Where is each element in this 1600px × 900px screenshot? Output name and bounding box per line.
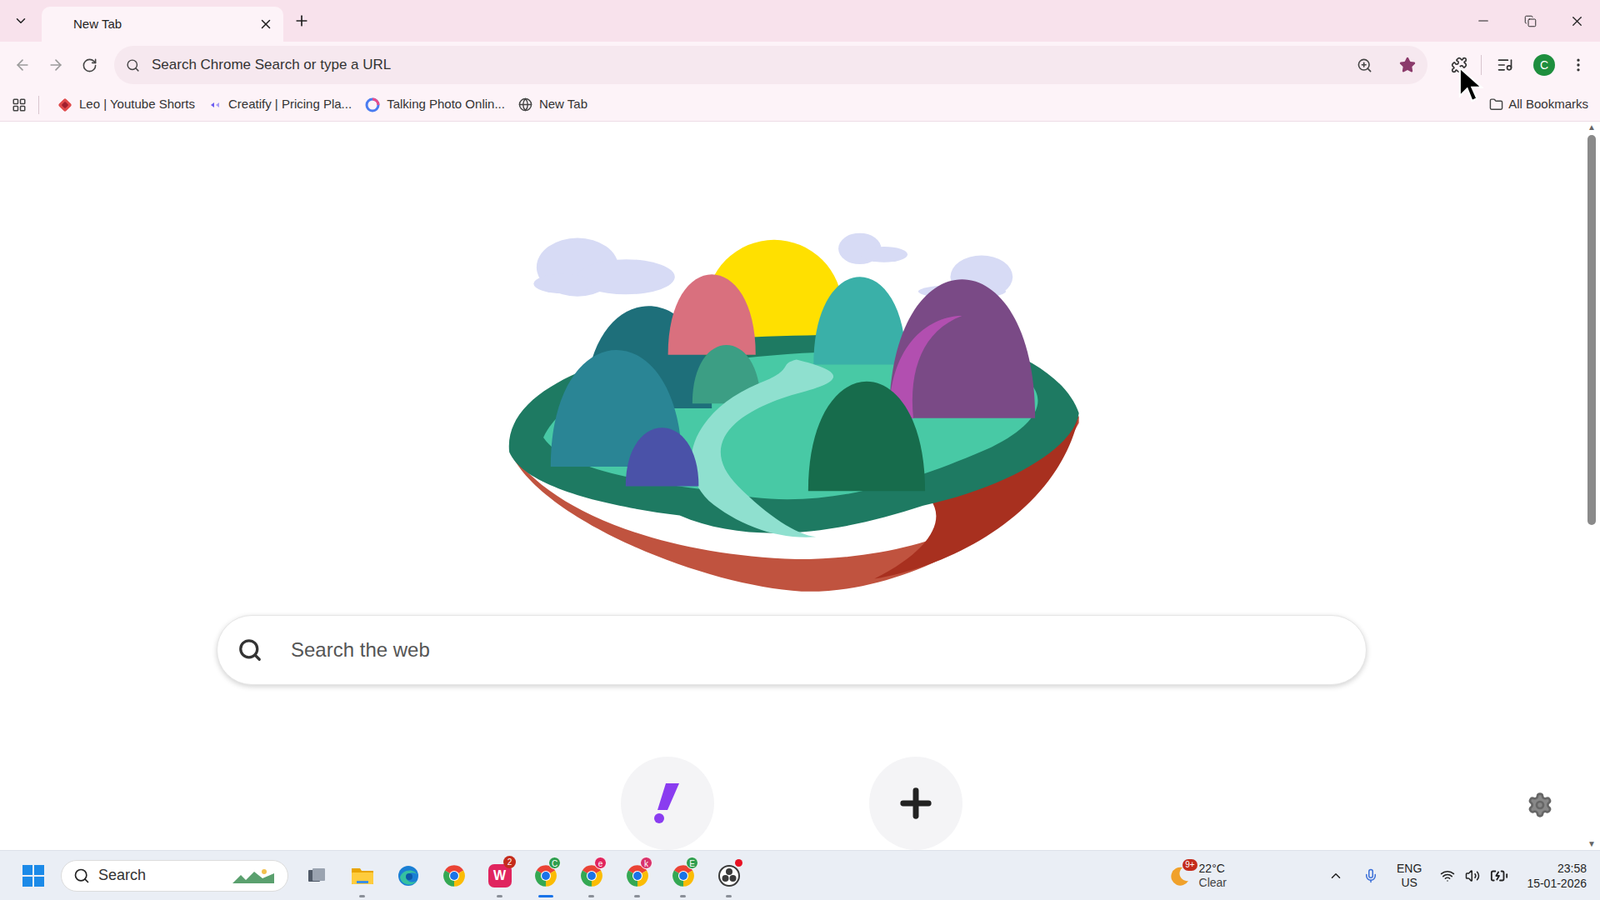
bookmark[interactable]: Leo | Youtube Shorts bbox=[50, 91, 202, 119]
taskbar-app[interactable]: e bbox=[568, 852, 615, 900]
talking-photo-icon bbox=[365, 97, 380, 113]
leo-icon bbox=[57, 97, 73, 113]
search-icon bbox=[73, 867, 90, 885]
task-view-icon bbox=[305, 865, 328, 887]
running-indicator bbox=[588, 895, 595, 898]
globe-icon bbox=[518, 97, 533, 112]
all-bookmarks[interactable]: All Bookmarks bbox=[1489, 95, 1589, 115]
language[interactable]: ENGUS bbox=[1396, 861, 1422, 890]
running-indicator bbox=[359, 895, 365, 898]
omnibox[interactable]: Search Chrome Search or type a URL bbox=[114, 45, 1428, 85]
running-indicator bbox=[496, 895, 503, 898]
edge-icon bbox=[396, 864, 420, 888]
toolbar: Search Chrome Search or type a URL C bbox=[0, 41, 1600, 89]
tab-strip: New Tab bbox=[0, 0, 1600, 42]
scrollbar[interactable]: ▲▼ bbox=[1583, 121, 1600, 850]
tab[interactable]: New Tab bbox=[41, 6, 284, 42]
add-shortcut-tile[interactable] bbox=[869, 756, 963, 850]
bookmarks-bar: Leo | Youtube ShortsCreatify | Pricing P… bbox=[0, 88, 1600, 122]
taskbar-search[interactable]: Search bbox=[60, 860, 289, 892]
search-icon bbox=[237, 637, 263, 663]
window-controls bbox=[1460, 0, 1600, 42]
profile-avatar[interactable]: C bbox=[1533, 54, 1555, 76]
apps-icon[interactable] bbox=[11, 97, 27, 113]
recording-dot bbox=[735, 859, 743, 867]
running-indicator bbox=[680, 895, 686, 898]
menu-icon[interactable] bbox=[1570, 56, 1587, 74]
profile-badge: C bbox=[548, 856, 561, 870]
taskbar-app[interactable]: C bbox=[522, 852, 569, 900]
new-tab-icon[interactable] bbox=[293, 12, 310, 30]
shortcut-logo-icon bbox=[650, 781, 685, 825]
taskbar-app[interactable] bbox=[430, 852, 477, 900]
mouse-cursor-icon bbox=[1458, 66, 1484, 104]
customize-gear-icon[interactable] bbox=[1526, 791, 1554, 819]
search-icon bbox=[125, 58, 140, 73]
windows-start-icon[interactable] bbox=[21, 864, 45, 888]
back-icon[interactable] bbox=[14, 56, 31, 74]
hill bbox=[813, 276, 906, 365]
web-search-box[interactable]: Search the web bbox=[216, 615, 1367, 685]
reload-icon[interactable] bbox=[81, 57, 98, 74]
hill bbox=[889, 279, 1035, 419]
shortcuts bbox=[620, 756, 963, 850]
profile-badge: e bbox=[594, 856, 607, 870]
chevron-down-icon bbox=[13, 13, 29, 29]
notification-badge: 2 bbox=[503, 855, 516, 869]
scrollbar-thumb[interactable] bbox=[1587, 135, 1596, 525]
close-button[interactable] bbox=[1553, 13, 1600, 30]
running-indicator bbox=[538, 895, 554, 898]
creatify-icon bbox=[208, 98, 222, 112]
media-control-icon[interactable] bbox=[1496, 56, 1514, 74]
hill bbox=[808, 381, 925, 491]
weather-widget[interactable]: 9+22°CClear bbox=[1167, 861, 1227, 890]
running-indicator bbox=[634, 895, 640, 898]
volume-icon[interactable] bbox=[1465, 868, 1480, 884]
taskbar: Search W2 Ce k E 9+22°CClear ENGUS 23:5815-01-2… bbox=[0, 850, 1600, 900]
running-indicator bbox=[725, 895, 732, 898]
island-illustration bbox=[491, 223, 1092, 594]
restore-button[interactable] bbox=[1506, 15, 1554, 28]
clock[interactable]: 23:5815-01-2026 bbox=[1526, 860, 1587, 891]
shortcut-tile[interactable] bbox=[620, 756, 715, 850]
taskbar-app[interactable] bbox=[705, 852, 752, 900]
obs-icon bbox=[717, 864, 741, 888]
bookmark-star-icon[interactable] bbox=[1399, 56, 1416, 74]
new-tab-page: Search the web ▲▼ bbox=[0, 121, 1600, 850]
taskbar-app[interactable] bbox=[293, 852, 340, 900]
taskbar-app[interactable] bbox=[339, 852, 385, 900]
folder-icon bbox=[1489, 97, 1504, 112]
tab-search-button[interactable] bbox=[0, 0, 42, 42]
chrome-icon bbox=[442, 864, 466, 888]
profile-badge: k bbox=[640, 856, 653, 870]
bookmark[interactable]: Talking Photo Onlin... bbox=[358, 91, 512, 119]
plus-icon bbox=[894, 781, 938, 825]
close-tab-icon[interactable] bbox=[258, 16, 274, 32]
desktop: New TabSearch Chrome Search or type a UR… bbox=[0, 0, 1600, 900]
river bbox=[690, 360, 834, 538]
bookmark[interactable]: New Tab bbox=[511, 91, 595, 119]
taskbar-app[interactable]: k bbox=[614, 852, 660, 900]
file-explorer-icon bbox=[350, 864, 375, 888]
profile-badge: E bbox=[685, 856, 699, 870]
microphone-icon[interactable] bbox=[1363, 868, 1379, 884]
zoom-icon[interactable] bbox=[1356, 57, 1373, 74]
battery-icon[interactable] bbox=[1490, 866, 1509, 885]
weather-badge: 9+ bbox=[1182, 859, 1197, 871]
taskbar-apps: W2 Ce k E bbox=[293, 852, 752, 900]
bookmark[interactable]: Creatify | Pricing Pla... bbox=[201, 91, 359, 119]
taskbar-app[interactable]: W2 bbox=[476, 852, 523, 900]
wifi-icon[interactable] bbox=[1440, 868, 1455, 884]
search-highlight-icon bbox=[230, 866, 276, 885]
taskbar-app[interactable] bbox=[385, 852, 431, 900]
hidden-icons-icon[interactable] bbox=[1328, 868, 1344, 884]
forward-icon[interactable] bbox=[47, 56, 65, 74]
hill bbox=[625, 427, 700, 486]
taskbar-app[interactable]: E bbox=[660, 852, 706, 900]
hill bbox=[668, 274, 756, 355]
minimize-button[interactable] bbox=[1460, 13, 1507, 29]
